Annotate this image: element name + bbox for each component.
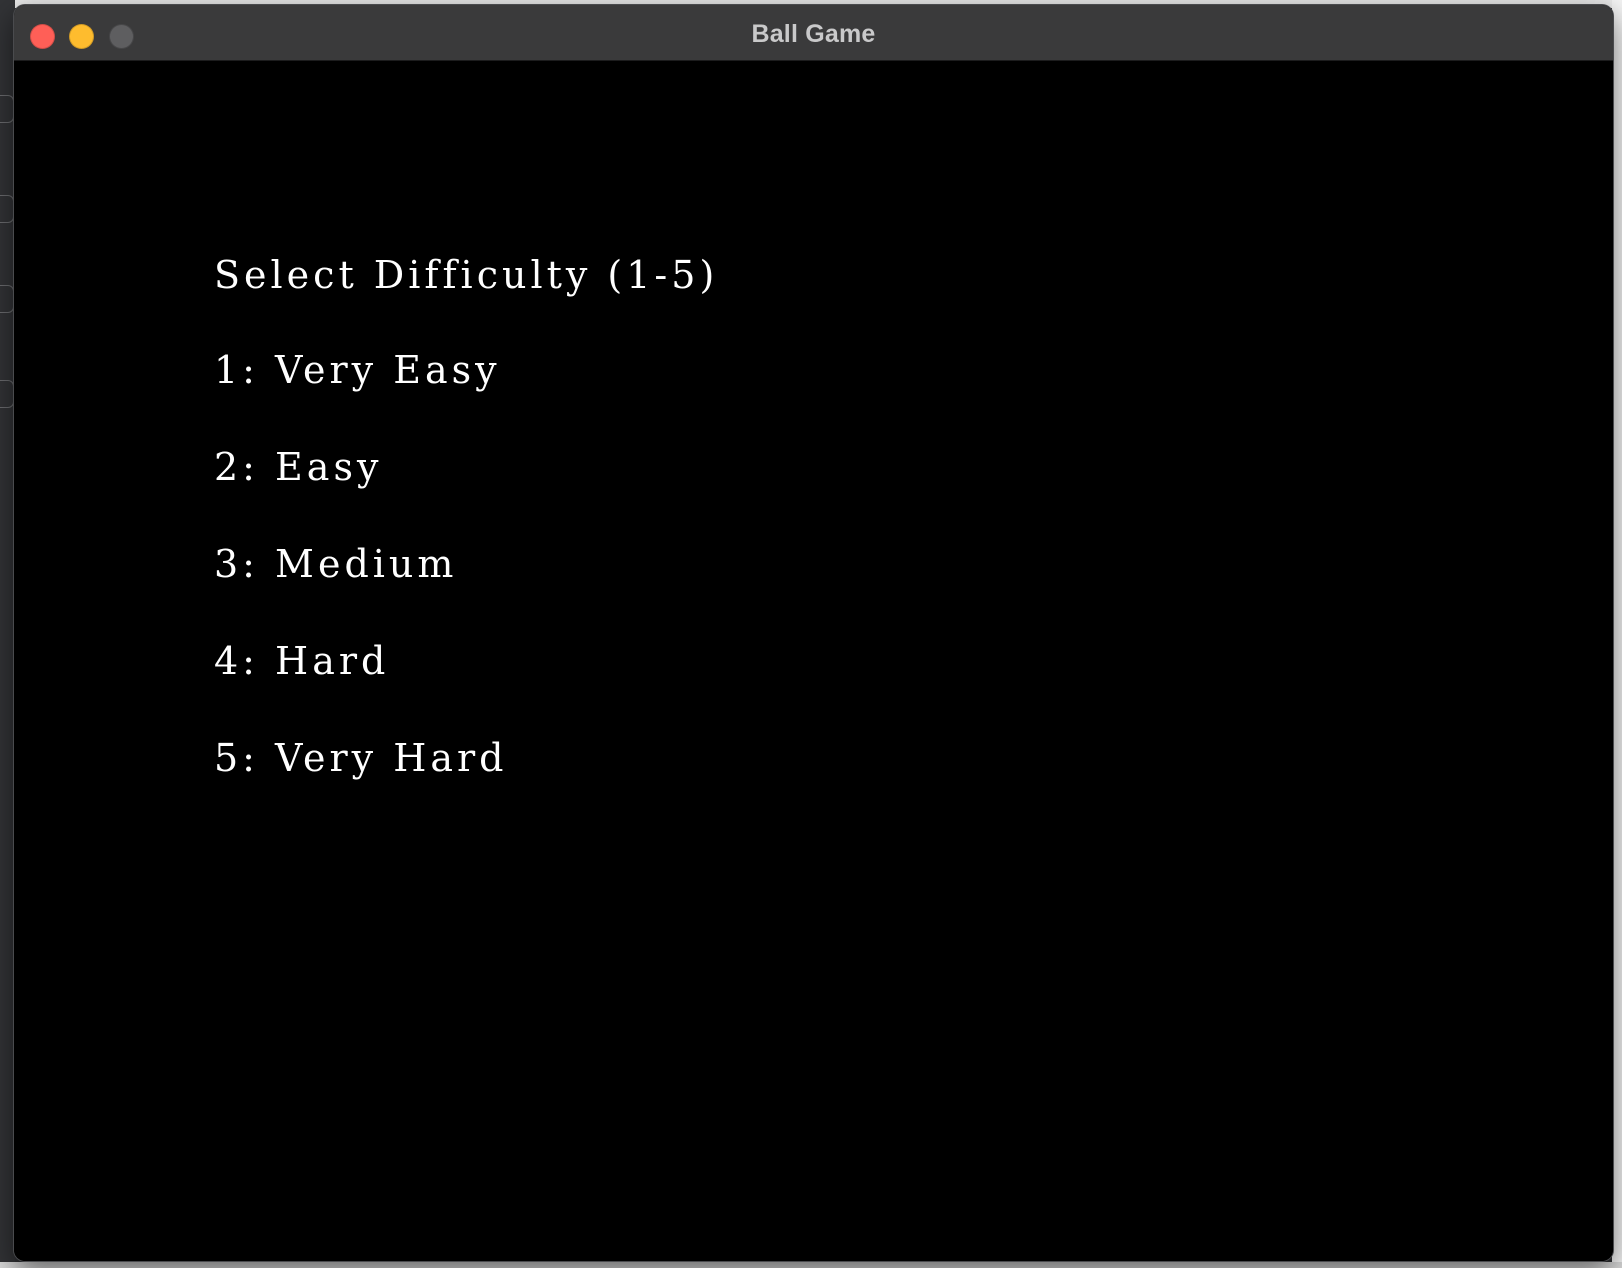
difficulty-option-hard: 4: Hard <box>214 639 390 683</box>
difficulty-option-very-hard: 5: Very Hard <box>214 736 508 780</box>
difficulty-heading: Select Difficulty (1-5) <box>214 253 719 297</box>
difficulty-option-medium: 3: Medium <box>214 542 458 586</box>
background-glyph <box>0 195 14 223</box>
background-glyph <box>0 380 14 408</box>
difficulty-option-easy: 2: Easy <box>214 445 383 489</box>
background-app-edge <box>1612 0 1622 1268</box>
background-glyph <box>0 95 14 123</box>
window-titlebar[interactable]: Ball Game <box>14 5 1613 61</box>
background-app-rail <box>0 0 15 1268</box>
game-window: Ball Game Select Difficulty (1-5) 1: Ver… <box>14 5 1613 1261</box>
background-glyph <box>0 285 14 313</box>
game-canvas[interactable]: Select Difficulty (1-5) 1: Very Easy 2: … <box>14 61 1613 1261</box>
desktop-background: Ball Game Select Difficulty (1-5) 1: Ver… <box>0 0 1622 1268</box>
background-app-bottom <box>0 1262 1622 1268</box>
difficulty-option-very-easy: 1: Very Easy <box>214 348 501 392</box>
window-title: Ball Game <box>751 20 876 48</box>
